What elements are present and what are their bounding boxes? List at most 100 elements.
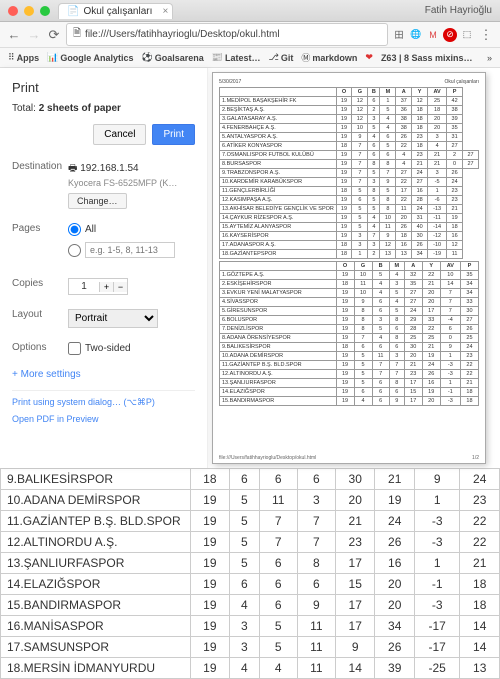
cancel-button[interactable]: Cancel [93, 124, 146, 145]
back-icon[interactable]: ← [6, 27, 22, 42]
table-row: 11.GAZİANTEP B.Ş. BLD.SPOR195772124-322 [220, 361, 479, 370]
table-row: 8.ADANA ÖRENSİYESPOR197482525025 [220, 334, 479, 343]
address-bar[interactable]: 🗎 file:///Users/fatihhayrioglu/Desktop/o… [66, 23, 388, 46]
table-row: 15.BANDIRMASPOR194691720-318 [220, 397, 479, 406]
print-button[interactable]: Print [152, 124, 195, 145]
table-row: 13.ŞANLIURFASPOR195681716121 [220, 379, 479, 388]
table-row: 9.TRABZONSPOR A.Ş.197572724326 [220, 169, 479, 178]
tab-title: Okul çalışanları [83, 6, 152, 17]
total-sheets: Total: 2 sheets of paper [12, 103, 195, 114]
gmail-icon[interactable]: M [426, 28, 440, 42]
layout-label: Layout [12, 309, 68, 328]
browser-tab[interactable]: 📄 Okul çalışanları × [58, 3, 173, 19]
profile-name[interactable]: Fatih Hayrioğlu [425, 5, 492, 16]
table-row: 6.BOLUSPOR198382933-427 [220, 316, 479, 325]
table-row: 9.BALIKESİRSPOR186663021924 [220, 343, 479, 352]
table-row: 5.ANTALYASPOR A.Ş.199462623331 [220, 133, 479, 142]
preview-title: Okul çalışanları [445, 79, 479, 85]
underlying-page: 9.BALIKESİRSPOR18666302192410.ADANA DEMİ… [0, 468, 500, 679]
table-row: 5.GİRESUNSPOR198652417730 [220, 307, 479, 316]
table-row: 3.GALATASARAY A.Ş.19123438182039 [220, 115, 479, 124]
options-label: Options [12, 342, 68, 355]
bookmark[interactable]: 📊 Google Analytics [47, 52, 133, 63]
table-row: 10.ADANA DEMİRSPOR1951132019123 [1, 490, 500, 511]
pages-all-radio[interactable] [68, 223, 81, 236]
table-row: 9.BALIKESİRSPOR186663021924 [1, 469, 500, 490]
bookmark-overflow[interactable]: » [487, 53, 492, 63]
print-title: Print [12, 80, 195, 95]
preview-path: file:///Users/fatihhayrioglu/Desktop/oku… [219, 455, 316, 461]
table-row: 16.KAYSERİSPOR193791830-1216 [220, 232, 479, 241]
table-row: 6.ATİKER KONYASPOR187652218427 [220, 142, 479, 151]
pages-range-radio[interactable] [68, 244, 81, 257]
table-row: 1.MEDİPOL BAŞAKŞEHİR FK19126137122542 [220, 97, 479, 106]
printer-name: 192.168.1.54 [80, 163, 138, 174]
file-icon: 🗎 [73, 26, 81, 43]
table-row: 4.SİVASSPOR199642720733 [220, 298, 479, 307]
table-row: 2.ESKİŞEHİRSPOR18114335211434 [220, 280, 479, 289]
maximize-window[interactable] [40, 6, 50, 16]
standings-table: 9.BALIKESİRSPOR18666302192410.ADANA DEMİ… [0, 468, 500, 679]
table-row: 13.ŞANLIURFASPOR195681716121 [1, 553, 500, 574]
reload-icon[interactable]: ⟳ [46, 27, 62, 43]
close-window[interactable] [8, 6, 18, 16]
table-row: 4.FENERBAHÇE A.Ş.19105438182035 [220, 124, 479, 133]
url-text: file:///Users/fatihhayrioglu/Desktop/oku… [85, 29, 280, 40]
table-row: 14.ELAZIĞSPOR196661520-118 [1, 574, 500, 595]
copies-stepper[interactable]: 1+− [68, 278, 128, 295]
bookmark[interactable]: ⎇ Git [268, 52, 293, 63]
table-row: 11.GENÇLERBİRLİĞİ185851716123 [220, 187, 479, 196]
print-dialog: Print Total: 2 sheets of paper Cancel Pr… [0, 68, 208, 468]
system-dialog-link[interactable]: Print using system dialog… (⌥⌘P) [12, 397, 195, 408]
copies-up[interactable]: + [99, 282, 113, 292]
table-row: 17.ADANASPOR A.Ş.1833121626-1012 [220, 241, 479, 250]
more-settings-link[interactable]: More settings [12, 369, 195, 380]
pages-label: Pages [12, 223, 68, 264]
preview-table-1: OGBMAYAVP1.MEDİPOL BAŞAKŞEHİR FK19126137… [219, 87, 479, 259]
layout-select[interactable]: Portrait [68, 309, 158, 328]
apps-bookmark[interactable]: ⠿ Apps [8, 52, 39, 63]
table-row: 14.ELAZIĞSPOR196661519-118 [220, 388, 479, 397]
menu-icon[interactable]: ⋮ [478, 27, 494, 43]
bookmark[interactable]: ⚽ Goalsarena [142, 52, 204, 63]
print-preview: 5/30/2017 Okul çalışanları OGBMAYAVP1.MED… [212, 72, 486, 464]
bookmark[interactable]: 📰 Latest… [212, 52, 261, 63]
table-row: 8.BURSASPOR1978842121027 [220, 160, 479, 169]
preview-table-2: OGBMAYAVP1.GÖZTEPE A.Ş.191054322210352.E… [219, 261, 479, 406]
translate-icon[interactable]: 🌐 [409, 28, 423, 42]
two-sided-checkbox[interactable] [68, 342, 81, 355]
table-row: 10.ADANA DEMİRSPOR1951132019123 [220, 352, 479, 361]
table-row: 7.DENİZLİSPOR198562822626 [220, 325, 479, 334]
preview-page: 1/2 [472, 455, 479, 461]
table-row: 11.GAZİANTEP B.Ş. BLD.SPOR195772124-322 [1, 511, 500, 532]
table-row: 3.EVKUR YENİ MALATYASPOR1910452720734 [220, 289, 479, 298]
page-icon: 📄 [67, 6, 79, 17]
close-tab-icon[interactable]: × [163, 6, 169, 17]
table-row: 12.ALTINORDU A.Ş.195772326-322 [220, 370, 479, 379]
change-printer-button[interactable]: Change… [68, 193, 127, 209]
pages-range-input[interactable] [85, 242, 175, 258]
table-row: 15.AYTEMİZ ALANYASPOR1954112640-1418 [220, 223, 479, 232]
printer-icon: 🖶 [68, 163, 77, 174]
table-row: 1.GÖZTEPE A.Ş.19105432221035 [220, 271, 479, 280]
minimize-window[interactable] [24, 6, 34, 16]
table-row: 2.BEŞİKTAŞ A.Ş.19122536181838 [220, 106, 479, 115]
open-pdf-link[interactable]: Open PDF in Preview [12, 414, 195, 424]
table-row: 10.KARDEMİR KARABÜKSPOR197392227-524 [220, 178, 479, 187]
ext-icon[interactable]: ⽥ [392, 28, 406, 42]
ext-icon[interactable]: ⬚ [460, 28, 474, 42]
table-row: 15.BANDIRMASPOR194691720-318 [1, 595, 500, 616]
bookmark[interactable]: Z63 | 8 Sass mixins… [381, 53, 473, 63]
bookmark[interactable]: Ⓜ markdown [301, 51, 357, 64]
table-row: 12.ALTINORDU A.Ş.195772326-322 [1, 532, 500, 553]
table-row: 14.ÇAYKUR RİZESPOR A.Ş.1954102031-1119 [220, 214, 479, 223]
preview-date: 5/30/2017 [219, 79, 241, 85]
table-row: 16.MANİSASPOR1935111734-1714 [1, 616, 500, 637]
copies-down[interactable]: − [113, 282, 127, 292]
table-row: 12.KASIMPAŞA A.Ş.196582228-623 [220, 196, 479, 205]
bookmark[interactable]: ❤ [365, 52, 373, 63]
bookmarks-bar: ⠿ Apps 📊 Google Analytics ⚽ Goalsarena 📰… [0, 48, 500, 68]
table-row: 7.OSMANLISPOR FUTBOL KULÜBÜ1976642321227 [220, 151, 479, 160]
adblock-icon[interactable]: ⊘ [443, 28, 457, 42]
destination-label: Destination [12, 161, 68, 209]
